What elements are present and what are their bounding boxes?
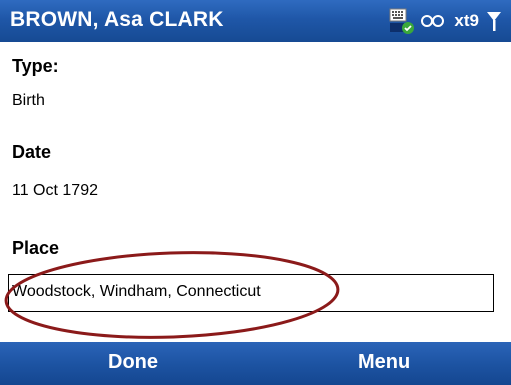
title-bar: BROWN, Asa CLARK xt9 xyxy=(0,0,511,42)
date-label: Date xyxy=(12,142,52,162)
place-value: Woodstock, Windham, Connecticut xyxy=(12,283,261,300)
type-label: Type: xyxy=(12,56,59,76)
predictive-text-icon xyxy=(420,9,450,34)
softkey-bar: Done Menu xyxy=(0,342,511,385)
done-button[interactable]: Done xyxy=(108,351,158,374)
window-title: BROWN, Asa CLARK xyxy=(10,8,224,31)
type-value: Birth xyxy=(12,92,45,109)
input-mode-indicator[interactable]: xt9 xyxy=(454,11,479,31)
date-value: 11 Oct 1792 xyxy=(12,182,98,199)
status-area: xt9 xyxy=(388,4,503,38)
signal-icon xyxy=(485,9,503,33)
place-field[interactable]: Woodstock, Windham, Connecticut xyxy=(8,274,494,312)
menu-button[interactable]: Menu xyxy=(358,351,410,374)
place-label: Place xyxy=(12,238,60,258)
event-details: Type: Birth Date 11 Oct 1792 Place Woods… xyxy=(0,42,511,342)
keyboard-icon[interactable] xyxy=(388,6,418,36)
